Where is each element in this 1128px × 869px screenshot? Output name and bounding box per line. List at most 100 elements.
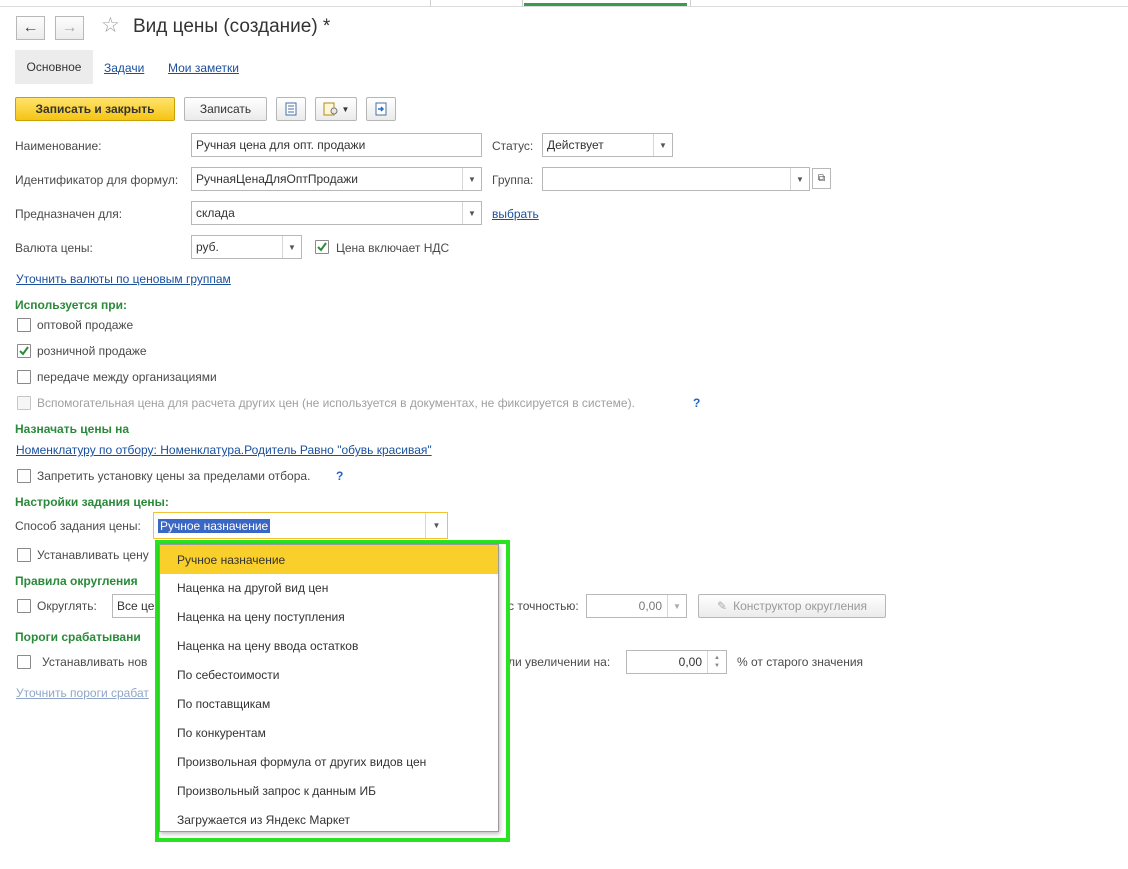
increase-value: 0,00: [678, 655, 702, 669]
set-price-label: Устанавливать цену: [37, 548, 149, 562]
dropdown-option[interactable]: Наценка на цену ввода остатков: [160, 631, 498, 660]
thresholds-header: Пороги срабатывани: [15, 630, 141, 644]
tab-main[interactable]: Основное: [15, 50, 93, 84]
constructor-icon: ✎: [717, 599, 728, 613]
percent-suffix-label: % от старого значения: [737, 655, 864, 669]
group-label: Группа:: [492, 173, 534, 187]
method-dropdown-list: Ручное назначение Наценка на другой вид …: [159, 544, 499, 832]
chevron-down-icon[interactable]: ▼: [462, 202, 481, 224]
name-field[interactable]: Ручная цена для опт. продажи: [191, 133, 482, 157]
spinner-icon[interactable]: ▲ ▼: [707, 651, 726, 673]
formula-id-field[interactable]: РучнаяЦенаДляОптПродажи ▼: [191, 167, 482, 191]
currency-groups-link[interactable]: Уточнить валюты по ценовым группам: [16, 272, 231, 286]
retail-label: розничной продаже: [37, 344, 147, 358]
currency-label: Валюта цены:: [15, 241, 93, 255]
set-new-checkbox[interactable]: [17, 655, 31, 669]
chevron-down-icon[interactable]: ▼: [425, 513, 447, 538]
method-label: Способ задания цены:: [15, 519, 141, 533]
rounding-header: Правила округления: [15, 574, 138, 588]
favorite-star-icon[interactable]: ☆: [101, 13, 120, 38]
open-group-button[interactable]: ⧉: [812, 168, 831, 189]
document-list-icon: [285, 102, 297, 116]
help-icon[interactable]: ?: [336, 469, 343, 483]
round-label: Округлять:: [37, 599, 97, 613]
export-button[interactable]: [366, 97, 396, 121]
dropdown-option[interactable]: Произвольная формула от других видов цен: [160, 747, 498, 776]
purpose-label: Предназначен для:: [15, 207, 123, 221]
purpose-field[interactable]: склада ▼: [191, 201, 482, 225]
precision-field[interactable]: 0,00 ▼: [586, 594, 687, 618]
increase-label: ли увеличении на:: [508, 655, 611, 669]
vat-label: Цена включает НДС: [336, 241, 450, 255]
thresholds-link[interactable]: Уточнить пороги срабат: [16, 686, 149, 700]
formula-id-value: РучнаяЦенаДляОптПродажи: [196, 172, 358, 186]
retail-checkbox[interactable]: [17, 344, 31, 358]
document-arrow-icon: [375, 102, 387, 116]
dropdown-option[interactable]: Загружается из Яндекс Маркет: [160, 805, 498, 834]
chevron-down-icon[interactable]: ▼: [282, 236, 301, 258]
checkmark-icon: [19, 346, 29, 356]
forward-button[interactable]: →: [55, 16, 84, 40]
dropdown-option[interactable]: По поставщикам: [160, 689, 498, 718]
name-label: Наименование:: [15, 139, 102, 153]
method-select[interactable]: Ручное назначение ▼: [153, 512, 448, 539]
rounding-constructor-button[interactable]: ✎ Конструктор округления: [698, 594, 886, 618]
group-field[interactable]: ▼: [542, 167, 810, 191]
create-based-on-button[interactable]: ▼: [315, 97, 357, 121]
save-button[interactable]: Записать: [184, 97, 267, 121]
chevron-down-icon[interactable]: ▼: [653, 134, 672, 156]
tab-notes[interactable]: Мои заметки: [168, 61, 239, 75]
help-icon[interactable]: ?: [693, 396, 700, 410]
list-button[interactable]: [276, 97, 306, 121]
chevron-down-icon[interactable]: ▼: [667, 595, 686, 617]
dropdown-option[interactable]: Произвольный запрос к данным ИБ: [160, 776, 498, 805]
dropdown-option[interactable]: Наценка на цену поступления: [160, 602, 498, 631]
dropdown-option[interactable]: Ручное назначение: [160, 545, 498, 574]
page-title: Вид цены (создание) *: [133, 16, 331, 37]
chevron-down-icon[interactable]: ▼: [462, 168, 481, 190]
set-price-checkbox[interactable]: [17, 548, 31, 562]
checkmark-icon: [317, 242, 327, 252]
precision-label: с точностью:: [508, 599, 579, 613]
increase-field[interactable]: 0,00 ▲ ▼: [626, 650, 727, 674]
name-value: Ручная цена для опт. продажи: [196, 138, 366, 152]
document-gear-icon: [323, 102, 338, 116]
settings-header: Настройки задания цены:: [15, 495, 169, 509]
save-and-close-button[interactable]: Записать и закрыть: [15, 97, 175, 121]
precision-value: 0,00: [638, 599, 662, 613]
set-new-label: Устанавливать нов: [42, 655, 148, 669]
dropdown-option[interactable]: По себестоимости: [160, 660, 498, 689]
round-value: Все це: [117, 599, 155, 613]
arrow-right-icon: →: [61, 19, 78, 36]
rounding-constructor-label: Конструктор округления: [733, 599, 867, 613]
round-select[interactable]: Все це: [112, 594, 160, 618]
wholesale-label: оптовой продаже: [37, 318, 134, 332]
status-select[interactable]: Действует ▼: [542, 133, 673, 157]
back-button[interactable]: ←: [16, 16, 45, 40]
method-value: Ручное назначение: [158, 518, 271, 533]
filter-link[interactable]: Номенклатуру по отбору: Номенклатура.Род…: [16, 443, 432, 457]
tab-tasks[interactable]: Задачи: [104, 61, 144, 75]
vat-checkbox[interactable]: [315, 240, 329, 254]
chevron-down-icon[interactable]: ▼: [790, 168, 809, 190]
arrow-left-icon: ←: [22, 19, 39, 36]
currency-select[interactable]: руб. ▼: [191, 235, 302, 259]
chevron-down-icon: ▼: [341, 104, 350, 114]
dropdown-option[interactable]: Наценка на другой вид цен: [160, 573, 498, 602]
status-label: Статус:: [492, 139, 534, 153]
forbid-checkbox[interactable]: [17, 469, 31, 483]
intercompany-label: передаче между организациями: [37, 370, 217, 384]
auxiliary-label: Вспомогательная цена для расчета других …: [37, 396, 635, 410]
wholesale-checkbox[interactable]: [17, 318, 31, 332]
round-checkbox[interactable]: [17, 599, 31, 613]
select-purpose-link[interactable]: выбрать: [492, 207, 539, 221]
formula-id-label: Идентификатор для формул:: [15, 173, 179, 187]
dropdown-option[interactable]: По конкурентам: [160, 718, 498, 747]
used-in-header: Используется при:: [15, 298, 127, 312]
assign-header: Назначать цены на: [15, 422, 130, 436]
status-value: Действует: [547, 138, 604, 152]
purpose-value: склада: [196, 206, 235, 220]
forbid-label: Запретить установку цены за пределами от…: [37, 469, 311, 483]
intercompany-checkbox[interactable]: [17, 370, 31, 384]
currency-value: руб.: [196, 240, 219, 254]
